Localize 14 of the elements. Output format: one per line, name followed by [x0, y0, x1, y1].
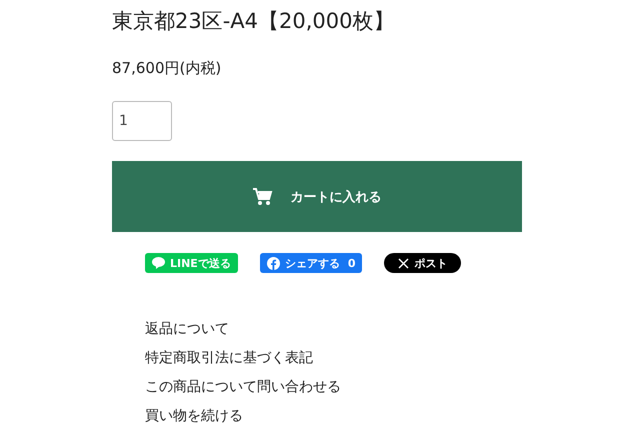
x-share-button[interactable]: ポスト — [384, 253, 462, 273]
info-link[interactable]: 返品について — [145, 319, 229, 340]
facebook-share-button[interactable]: シェアする 0 — [260, 253, 362, 273]
quantity-field[interactable]: 1 — [112, 101, 172, 141]
facebook-icon — [266, 256, 280, 270]
product-price: 87,600円(内税) — [112, 58, 222, 79]
add-to-cart-button[interactable]: カートに入れる — [112, 161, 522, 232]
info-link[interactable]: 特定商取引法に基づく表記 — [145, 348, 313, 369]
chat-bubble-icon — [152, 257, 165, 269]
info-link[interactable]: 買い物を続ける — [145, 406, 243, 427]
info-link[interactable]: この商品について問い合わせる — [145, 377, 341, 398]
product-title: 東京都23区-A4【20,000枚】 — [112, 8, 396, 35]
cart-icon — [252, 188, 272, 206]
x-logo-icon — [398, 258, 410, 268]
